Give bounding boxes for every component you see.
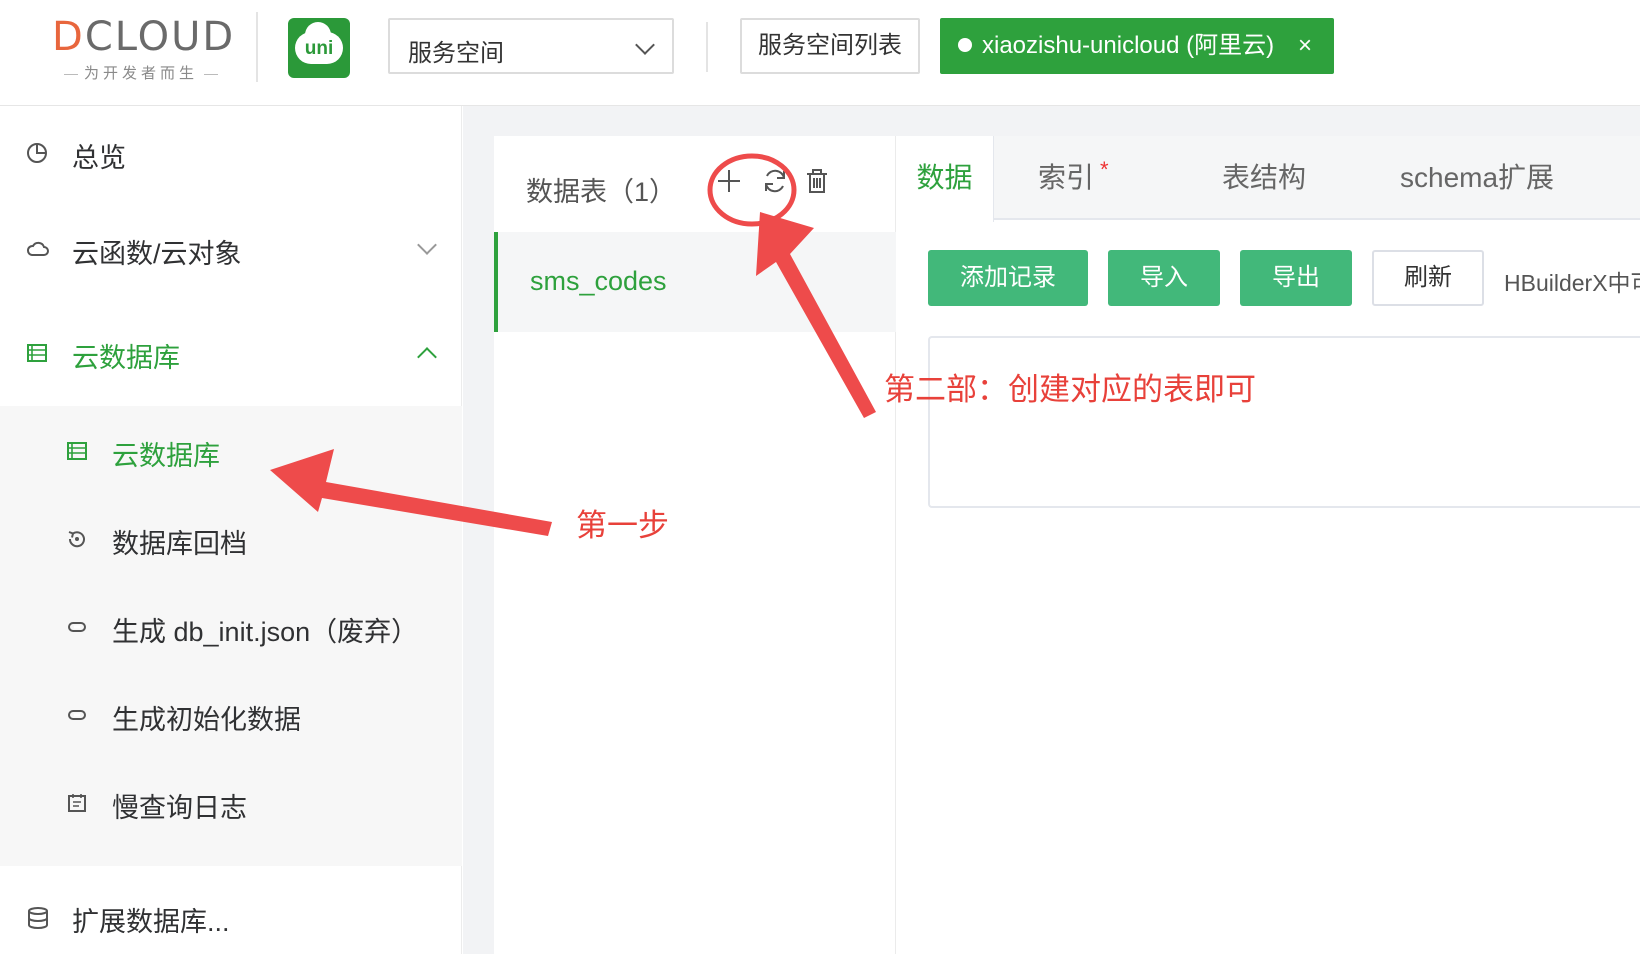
chevron-up-icon xyxy=(417,347,437,367)
hbuilderx-note: HBuilderX中可 xyxy=(1504,270,1640,296)
submenu-item-label: 数据库回档 xyxy=(112,529,247,559)
space-list-button[interactable]: 服务空间列表 xyxy=(740,18,920,74)
required-marker: * xyxy=(1100,157,1109,182)
cloud-icon xyxy=(26,238,49,260)
add-record-button[interactable]: 添加记录 xyxy=(928,250,1088,306)
space-select[interactable]: 服务空间 xyxy=(388,18,674,74)
tab-schema[interactable]: 表结构 xyxy=(1222,136,1306,220)
sidebar-item-label: 总览 xyxy=(72,143,126,173)
submenu-item-slow-query-log[interactable]: 慢查询日志 xyxy=(0,758,462,850)
sidebar-item-cloud-database[interactable]: 云数据库 xyxy=(0,306,462,402)
sidebar-item-label: 云函数/云对象 xyxy=(72,239,242,269)
sidebar-item-cloud-functions[interactable]: 云函数/云对象 xyxy=(0,202,462,298)
link-icon xyxy=(66,616,88,638)
uni-logo[interactable]: uni xyxy=(288,18,350,78)
header-divider xyxy=(706,22,708,72)
dcloud-logo[interactable]: DCLOUD 为开发者而生 xyxy=(52,14,233,84)
submenu-item-label: 云数据库 xyxy=(112,441,220,471)
table-name: sms_codes xyxy=(530,266,667,296)
sidebar: 总览 云函数/云对象 云数据库 云数据库 数据库回档 生成 db_init.js… xyxy=(0,106,462,954)
trash-icon[interactable] xyxy=(800,166,834,200)
link-icon xyxy=(66,704,88,726)
space-select-value: 服务空间 xyxy=(408,40,504,67)
add-table-icon[interactable] xyxy=(712,166,746,200)
sidebar-item-label: 云数据库 xyxy=(72,343,180,373)
submenu-item-db-init[interactable]: 生成 db_init.json（废弃） xyxy=(0,582,462,674)
table-row[interactable]: sms_codes xyxy=(494,232,896,332)
submenu-item-label: 生成初始化数据 xyxy=(112,705,301,735)
sidebar-item-label: 扩展数据库... xyxy=(72,907,230,937)
refresh-button[interactable]: 刷新 xyxy=(1372,250,1484,306)
tables-title: 数据表（1） xyxy=(526,177,677,207)
database-list-icon xyxy=(26,342,48,364)
logo-wordmark: DCLOUD xyxy=(52,14,236,60)
database-list-icon xyxy=(66,440,88,462)
log-icon xyxy=(66,792,88,814)
submenu-item-label: 慢查询日志 xyxy=(112,793,247,823)
tables-panel: 数据表（1） sms_codes xyxy=(494,136,896,954)
tab-schema-extension[interactable]: schema扩展 xyxy=(1400,136,1554,220)
chevron-down-icon xyxy=(417,235,437,255)
export-button[interactable]: 导出 xyxy=(1240,250,1352,306)
data-editor[interactable] xyxy=(928,336,1640,508)
header-divider xyxy=(256,12,258,82)
status-dot-icon xyxy=(958,37,972,52)
step-one-label: 第一步 xyxy=(576,508,669,543)
top-bar: DCLOUD 为开发者而生 uni 服务空间 服务空间列表 xiaozishu-… xyxy=(0,0,1640,106)
close-icon[interactable]: × xyxy=(1298,18,1312,74)
submenu-item-cloud-database[interactable]: 云数据库 xyxy=(0,406,462,498)
submenu-item-rollback[interactable]: 数据库回档 xyxy=(0,494,462,586)
tab-label: 索引 xyxy=(1038,162,1095,193)
pie-chart-icon xyxy=(26,142,48,164)
sidebar-item-overview[interactable]: 总览 xyxy=(0,106,462,202)
current-space-tag[interactable]: xiaozishu-unicloud (阿里云) × xyxy=(940,18,1334,74)
chevron-down-icon xyxy=(635,35,655,55)
logo-tagline: 为开发者而生 xyxy=(52,62,230,83)
submenu-item-label: 生成 db_init.json（废弃） xyxy=(112,617,419,647)
import-button[interactable]: 导入 xyxy=(1108,250,1220,306)
uni-logo-text: uni xyxy=(304,38,334,59)
tab-index[interactable]: 索引 * xyxy=(1038,136,1109,220)
database-stack-icon xyxy=(26,906,48,929)
sidebar-item-extended-database[interactable]: 扩展数据库... xyxy=(0,870,462,954)
refresh-icon[interactable] xyxy=(758,166,792,200)
database-submenu: 云数据库 数据库回档 生成 db_init.json（废弃） 生成初始化数据 慢… xyxy=(0,406,462,866)
current-space-label: xiaozishu-unicloud (阿里云) xyxy=(982,32,1275,59)
submenu-item-init-data[interactable]: 生成初始化数据 xyxy=(0,670,462,762)
tab-data[interactable]: 数据 xyxy=(896,136,994,222)
step-two-label: 第二部：创建对应的表即可 xyxy=(884,372,1256,407)
rollback-icon xyxy=(66,528,88,550)
content-tabs: 数据 索引 * 表结构 schema扩展 xyxy=(896,136,1640,222)
